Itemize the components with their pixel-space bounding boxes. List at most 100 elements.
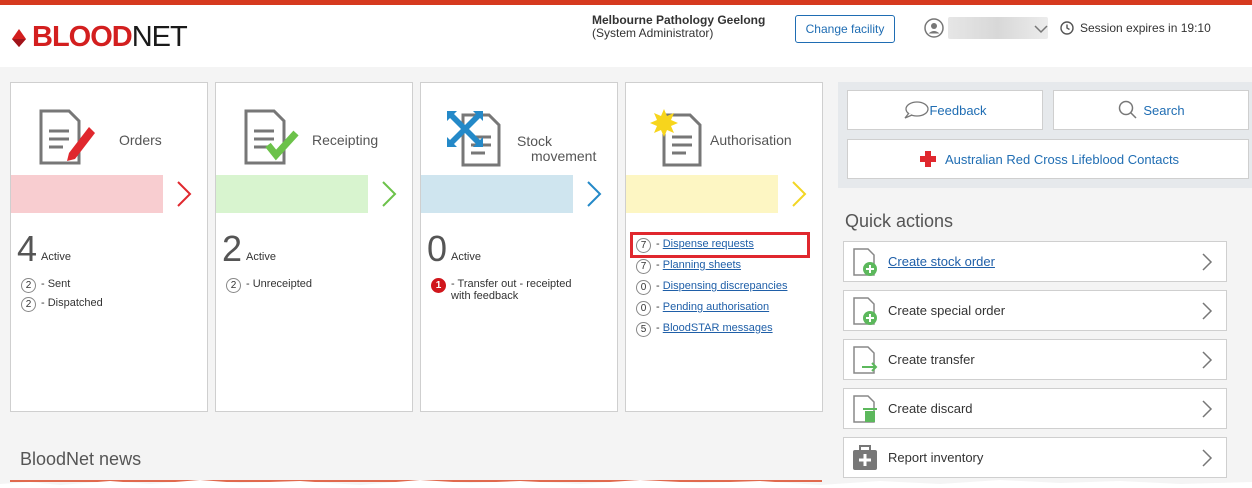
- highlight-box: [630, 232, 810, 258]
- alert-badge: 1: [431, 278, 446, 293]
- authorisation-card[interactable]: Authorisation 7 - Dispense requests 7 - …: [625, 82, 823, 412]
- authorisation-title: Authorisation: [710, 132, 792, 148]
- stock-chevron-right-icon[interactable]: [583, 179, 605, 209]
- search-button[interactable]: Search: [1053, 90, 1249, 130]
- stock-count: 0: [427, 228, 448, 269]
- create-transfer-action[interactable]: Create transfer: [843, 339, 1227, 380]
- orders-row-sent[interactable]: 2 - Sent: [21, 278, 70, 293]
- row-label: - Dispatched: [41, 297, 103, 309]
- stock-active-count: 0 Active: [427, 231, 481, 267]
- lifeblood-contacts-button[interactable]: Australian Red Cross Lifeblood Contacts: [847, 139, 1249, 179]
- auth-row-dispensing-discrepancies[interactable]: 0 - Dispensing discrepancies: [636, 280, 787, 295]
- quick-action-label: Create special order: [888, 303, 1006, 318]
- dispensing-discrepancies-link[interactable]: Dispensing discrepancies: [663, 280, 788, 292]
- auth-row-bloodstar-messages[interactable]: 5 - BloodSTAR messages: [636, 322, 773, 337]
- facility-info: Melbourne Pathology Geelong (System Admi…: [592, 14, 765, 40]
- torn-edge: [0, 480, 1252, 488]
- quick-action-label[interactable]: Create stock order: [888, 254, 1200, 269]
- stock-order-icon: [853, 247, 877, 276]
- orders-document-icon: [39, 109, 95, 165]
- discard-icon: [853, 394, 877, 423]
- chevron-down-icon[interactable]: [1032, 20, 1050, 38]
- count-badge: 5: [636, 322, 651, 337]
- orders-active-count: 4 Active: [17, 231, 71, 267]
- row-label-line2: with feedback: [451, 290, 519, 302]
- quick-action-label: Create discard: [888, 401, 973, 416]
- receipting-title: Receipting: [312, 132, 379, 148]
- chevron-right-icon: [1202, 252, 1213, 271]
- orders-count-label: Active: [41, 251, 71, 263]
- create-stock-order-action[interactable]: Create stock order: [843, 241, 1227, 282]
- stock-title-line1: Stock: [517, 133, 553, 149]
- create-special-order-action[interactable]: Create special order: [843, 290, 1227, 331]
- bloodstar-messages-link[interactable]: BloodSTAR messages: [663, 322, 773, 334]
- create-discard-action[interactable]: Create discard: [843, 388, 1227, 429]
- feedback-label: Feedback: [929, 102, 987, 118]
- authorisation-chevron-right-icon[interactable]: [788, 179, 810, 209]
- red-cross-icon: [919, 151, 936, 167]
- logo-text-light: NET: [131, 21, 188, 53]
- quick-action-label: Create transfer: [888, 352, 975, 367]
- count-badge: 7: [636, 259, 651, 274]
- search-icon: [1119, 100, 1137, 119]
- stock-movement-card[interactable]: Stock movement 0 Active 1 - Transfer out…: [420, 82, 618, 412]
- report-inventory-action[interactable]: Report inventory: [843, 437, 1227, 478]
- receipting-band: [216, 175, 368, 213]
- quick-action-label: Report inventory: [888, 450, 984, 465]
- pending-authorisation-link[interactable]: Pending authorisation: [663, 301, 769, 313]
- clock-icon: [1060, 21, 1074, 35]
- stock-row-transfer-out[interactable]: 1 - Transfer out - receipted with feedba…: [431, 278, 571, 302]
- receipting-row-unreceipted[interactable]: 2 - Unreceipted: [226, 278, 312, 293]
- orders-count: 4: [17, 228, 38, 269]
- orders-chevron-right-icon[interactable]: [173, 179, 195, 209]
- receipting-count-label: Active: [246, 251, 276, 263]
- contacts-label: Australian Red Cross Lifeblood Contacts: [944, 151, 1180, 167]
- planning-sheets-link[interactable]: Planning sheets: [663, 259, 741, 271]
- speech-bubble-icon: [904, 101, 930, 119]
- chevron-right-icon: [1202, 350, 1213, 369]
- chevron-right-icon: [1202, 399, 1213, 418]
- receipting-card[interactable]: Receipting 2 Active 2 - Unreceipted: [215, 82, 413, 412]
- count-badge: 0: [636, 301, 651, 316]
- row-label: - Transfer out - receipted with feedback: [451, 278, 571, 302]
- receipting-count: 2: [222, 228, 243, 269]
- stock-movement-title: Stock movement: [517, 134, 596, 164]
- receipting-chevron-right-icon[interactable]: [378, 179, 400, 209]
- quick-actions-title: Quick actions: [845, 211, 954, 231]
- news-heading: BloodNet news: [20, 449, 142, 469]
- orders-band: [11, 175, 163, 213]
- stock-band: [421, 175, 573, 213]
- inventory-icon: [853, 444, 877, 470]
- auth-row-planning-sheets[interactable]: 7 - Planning sheets: [636, 259, 741, 274]
- orders-row-dispatched[interactable]: 2 - Dispatched: [21, 297, 103, 312]
- stock-count-label: Active: [451, 251, 481, 263]
- stock-title-line2: movement: [531, 148, 597, 164]
- user-icon: [924, 18, 944, 38]
- receipting-document-icon: [244, 109, 299, 165]
- count-badge: 2: [226, 278, 241, 293]
- session-timer: Session expires in 19:10: [1060, 21, 1211, 35]
- bloodnet-logo[interactable]: BLOOD NET: [8, 21, 188, 54]
- search-label: Search: [1143, 102, 1185, 118]
- auth-row-pending-authorisation[interactable]: 0 - Pending authorisation: [636, 301, 769, 316]
- chevron-right-icon: [1202, 301, 1213, 320]
- authorisation-document-icon: [650, 109, 702, 167]
- authorisation-band: [626, 175, 778, 213]
- logo-text-bold: BLOOD: [32, 21, 133, 53]
- facility-role: (System Administrator): [592, 26, 714, 40]
- special-order-icon: [853, 296, 877, 325]
- count-badge: 2: [21, 278, 36, 293]
- feedback-button[interactable]: Feedback: [847, 90, 1043, 130]
- change-facility-button[interactable]: Change facility: [795, 15, 895, 43]
- row-label-line1: - Transfer out - receipted: [451, 278, 572, 290]
- row-label: - Sent: [41, 278, 71, 290]
- blood-drop-icon: [12, 28, 26, 47]
- session-text: Session expires in 19:10: [1080, 21, 1211, 35]
- receipting-active-count: 2 Active: [222, 231, 276, 267]
- orders-card[interactable]: Orders 4 Active 2 - Sent 2 - Dispatched: [10, 82, 208, 412]
- count-badge: 0: [636, 280, 651, 295]
- orders-title: Orders: [119, 132, 162, 148]
- count-badge: 2: [21, 297, 36, 312]
- stock-movement-document-icon: [447, 111, 501, 167]
- row-label: - Unreceipted: [246, 278, 313, 290]
